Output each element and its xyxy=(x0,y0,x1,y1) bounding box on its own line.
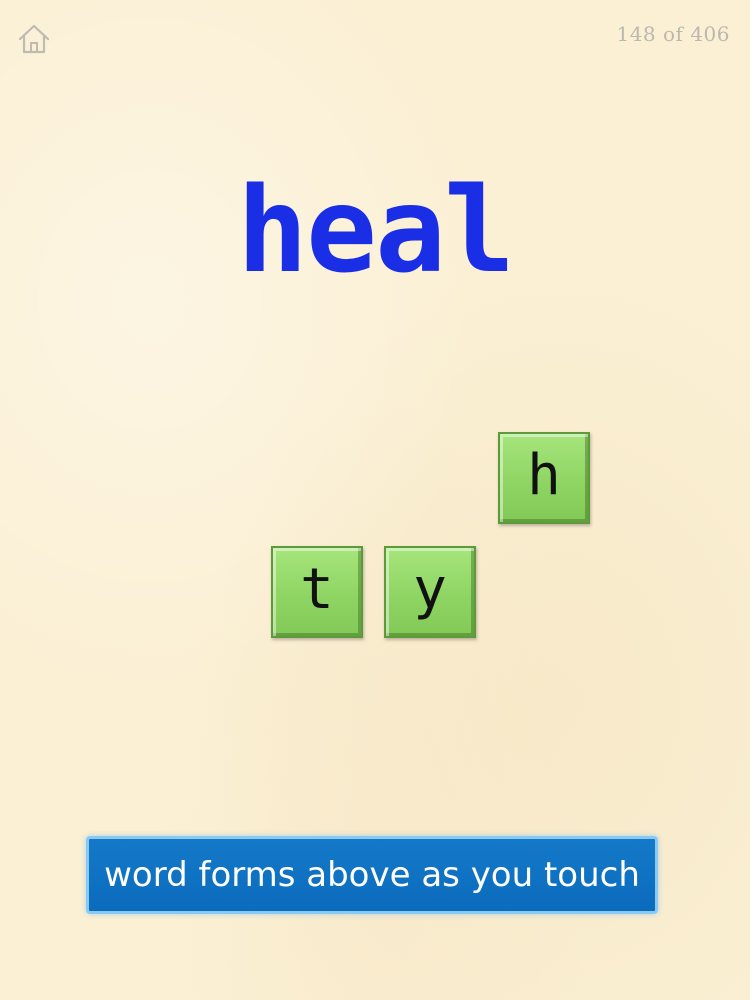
instruction-text: word forms above as you touch xyxy=(104,855,640,895)
letter-tile-t[interactable]: t xyxy=(271,546,363,638)
letter-tile-label: h xyxy=(527,442,561,508)
letter-tile-label: y xyxy=(413,556,447,622)
instruction-banner: word forms above as you touch xyxy=(86,836,658,914)
letter-tile-h[interactable]: h xyxy=(498,432,590,524)
letter-tile-y[interactable]: y xyxy=(384,546,476,638)
home-icon xyxy=(16,22,52,56)
letter-tile-label: t xyxy=(300,556,334,622)
progress-counter: 148 of 406 xyxy=(616,22,730,46)
home-button[interactable] xyxy=(16,22,52,56)
formed-word: heal xyxy=(236,161,515,299)
